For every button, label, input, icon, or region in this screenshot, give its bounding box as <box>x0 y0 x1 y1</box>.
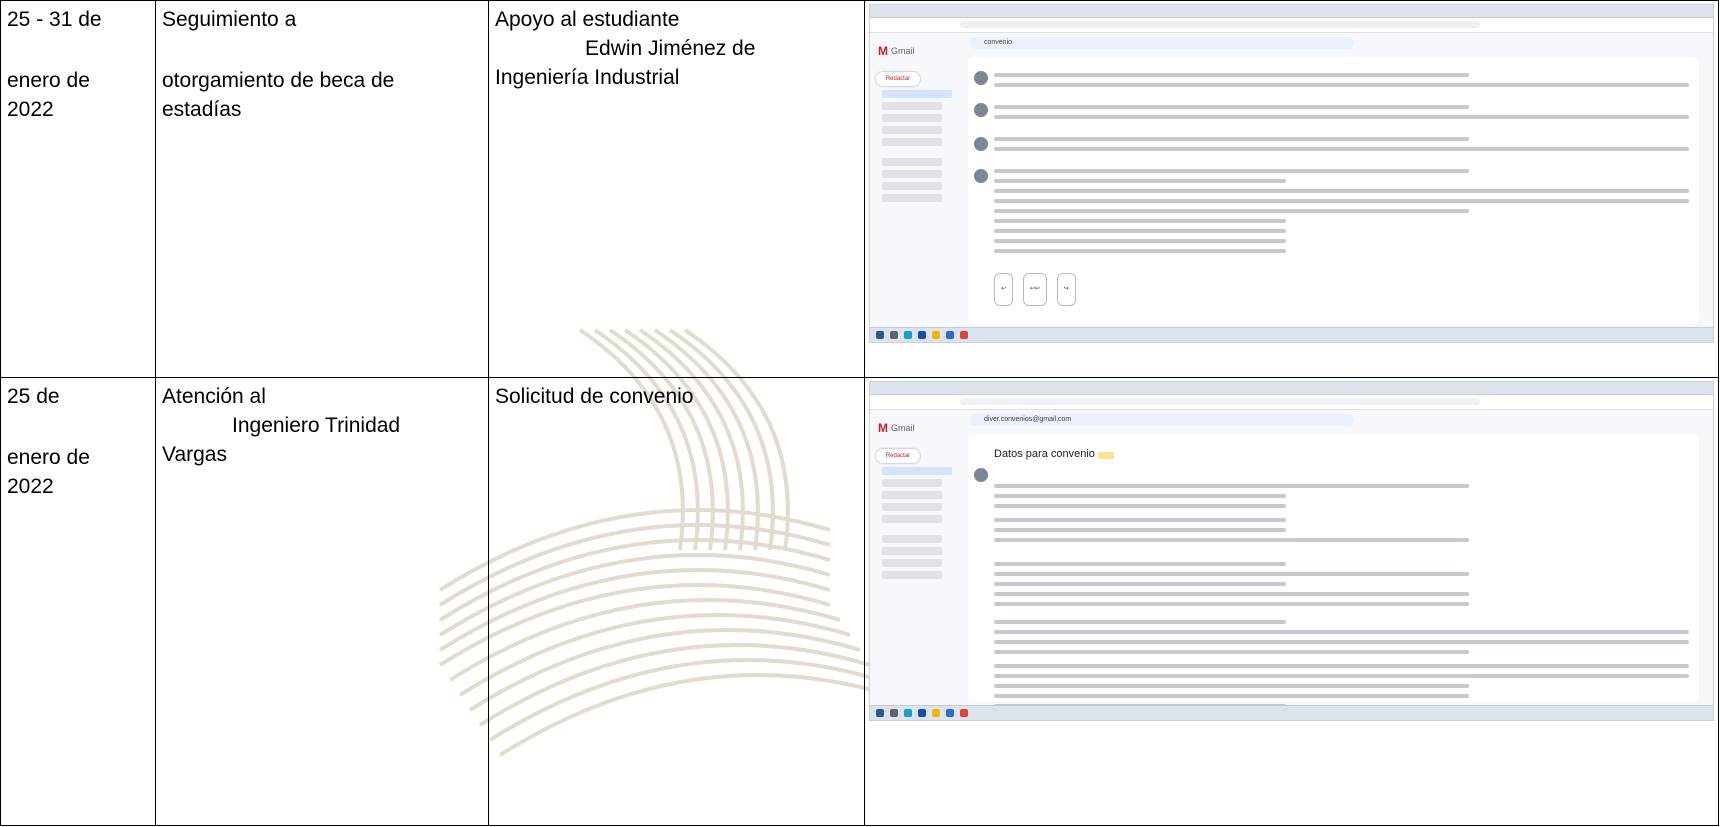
edge-icon <box>904 709 912 717</box>
mail-logo: M Gmail <box>870 33 962 66</box>
browser-icon <box>918 709 926 717</box>
email-screenshot: M Gmail Redactar diver.convenios@gmail.c… <box>869 381 1714 721</box>
mail-thread: ↩ ↩↩ ↪ <box>968 57 1699 324</box>
sidebar-item <box>882 491 942 499</box>
edge-icon <box>904 331 912 339</box>
avatar <box>974 71 988 85</box>
reply-all-button: ↩↩ <box>1022 273 1047 306</box>
folder-icon <box>932 709 940 717</box>
search-icon <box>890 331 898 339</box>
description-line: Apoyo al estudiante <box>495 8 680 31</box>
mail-sidebar: M Gmail Redactar <box>870 410 962 704</box>
sidebar-item <box>882 158 942 166</box>
sidebar-item <box>882 138 942 146</box>
mail-subject: Datos para convenio <box>968 434 1699 470</box>
taskbar <box>870 705 1713 720</box>
avatar <box>974 468 988 482</box>
mail-search: convenio <box>970 37 1354 49</box>
sidebar-item <box>882 114 942 122</box>
label-tag <box>1097 452 1114 459</box>
browser-tabs <box>870 382 1713 395</box>
app-name: Gmail <box>891 46 915 56</box>
activity-cell: Seguimiento a otorgamiento de beca de es… <box>155 0 489 378</box>
description-line: Solicitud de convenio <box>495 385 694 408</box>
avatar <box>974 103 988 117</box>
mail-sidebar: M Gmail Redactar <box>870 33 962 326</box>
sidebar-item <box>882 126 942 134</box>
mail-logo: M Gmail <box>870 410 962 443</box>
browser-icon <box>918 331 926 339</box>
chrome-icon <box>960 331 968 339</box>
evidence-cell: M Gmail Redactar diver.convenios@gmail.c… <box>864 377 1719 826</box>
sidebar-item <box>882 102 942 110</box>
avatar <box>974 137 988 151</box>
table-row: 25 de enero de 2022 Atención al Ingenier… <box>0 377 1719 826</box>
sidebar-item <box>882 90 952 98</box>
compose-button: Redactar <box>876 449 920 463</box>
date-cell: 25 de enero de 2022 <box>0 377 156 826</box>
activity-line: Vargas <box>162 443 227 466</box>
sidebar-item <box>882 194 942 202</box>
description-line: Ingeniería Industrial <box>495 66 680 89</box>
browser-address-bar <box>870 395 1713 410</box>
activity-cell: Atención al Ingeniero Trinidad Vargas <box>155 377 489 826</box>
sidebar-item <box>882 182 942 190</box>
sidebar-item <box>882 479 942 487</box>
mail-thread: Datos para convenio <box>968 434 1699 708</box>
mail-search: diver.convenios@gmail.com <box>970 414 1354 426</box>
sidebar-item <box>882 467 952 475</box>
activity-line: estadías <box>162 98 242 121</box>
reply-button: ↩ <box>994 273 1014 306</box>
folder-icon <box>932 331 940 339</box>
activity-log-table: 25 - 31 de enero de 2022 Seguimiento a o… <box>0 0 1719 826</box>
evidence-cell: M Gmail Redactar convenio ↩ ↩↩ ↪ <box>864 0 1719 378</box>
activity-line: Atención al <box>162 385 266 408</box>
sidebar-item <box>882 547 942 555</box>
table-row: 25 - 31 de enero de 2022 Seguimiento a o… <box>0 0 1719 378</box>
date-cell: 25 - 31 de enero de 2022 <box>0 0 156 378</box>
date-line: 25 de <box>7 385 60 408</box>
date-line: 2022 <box>7 475 54 498</box>
sidebar-item <box>882 559 942 567</box>
date-line: enero de <box>7 446 90 469</box>
browser-tabs <box>870 5 1713 18</box>
date-line: 25 - 31 de <box>7 8 102 31</box>
store-icon <box>946 709 954 717</box>
taskbar <box>870 327 1713 342</box>
activity-line: Ingeniero Trinidad <box>232 414 401 437</box>
start-icon <box>876 709 884 717</box>
email-screenshot: M Gmail Redactar convenio ↩ ↩↩ ↪ <box>869 4 1714 343</box>
forward-button: ↪ <box>1056 273 1076 306</box>
app-name: Gmail <box>891 423 915 433</box>
gmail-icon: M <box>878 44 888 58</box>
activity-line: Seguimiento a <box>162 8 297 31</box>
description-line: Edwin Jiménez de <box>585 37 756 60</box>
sidebar-item <box>882 535 942 543</box>
sidebar-item <box>882 515 942 523</box>
activity-line: otorgamiento de beca de <box>162 69 395 92</box>
description-cell: Solicitud de convenio <box>488 377 865 826</box>
chrome-icon <box>960 709 968 717</box>
sidebar-item <box>882 170 942 178</box>
description-cell: Apoyo al estudiante Edwin Jiménez de Ing… <box>488 0 865 378</box>
sidebar-item <box>882 503 942 511</box>
search-icon <box>890 709 898 717</box>
store-icon <box>946 331 954 339</box>
compose-button: Redactar <box>876 72 920 86</box>
start-icon <box>876 331 884 339</box>
date-line: 2022 <box>7 98 54 121</box>
gmail-icon: M <box>878 421 888 435</box>
browser-address-bar <box>870 18 1713 33</box>
sidebar-item <box>882 571 942 579</box>
date-line: enero de <box>7 69 90 92</box>
avatar <box>974 169 988 183</box>
